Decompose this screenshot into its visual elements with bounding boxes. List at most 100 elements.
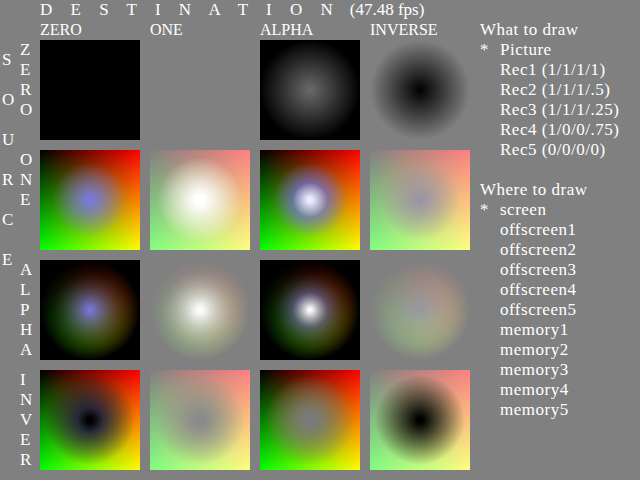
blend-cell [260, 40, 370, 150]
selection-marker [480, 120, 500, 140]
option-item[interactable]: offscreen4 [480, 280, 640, 300]
selection-marker: * [480, 200, 500, 220]
blend-square [260, 370, 360, 470]
option-label[interactable]: memory3 [500, 360, 569, 380]
selection-marker [480, 340, 500, 360]
row-label: INVER [20, 370, 40, 480]
group-heading: Where to draw [480, 180, 640, 200]
blend-grid: ZERO ONE ALPHAINVER [20, 40, 480, 480]
blend-square [40, 260, 140, 360]
blend-square [260, 40, 360, 140]
blend-square [370, 150, 470, 250]
option-item[interactable]: offscreen5 [480, 300, 640, 320]
blend-square [40, 370, 140, 470]
selection-marker [480, 60, 500, 80]
destination-headers: ZEROONEALPHAINVERSE [0, 20, 480, 40]
option-label[interactable]: screen [500, 200, 546, 220]
option-label[interactable]: Picture [500, 40, 552, 60]
option-label[interactable]: memory2 [500, 340, 569, 360]
option-item[interactable]: Rec1 (1/1/1/1) [480, 60, 640, 80]
blend-square [40, 40, 140, 140]
option-item[interactable]: memory5 [480, 400, 640, 420]
selection-marker [480, 300, 500, 320]
row-label-text: ZERO [20, 40, 37, 120]
blend-square [260, 260, 360, 360]
column-header: ZERO [40, 20, 150, 40]
option-item[interactable]: Rec2 (1/1/1/.5) [480, 80, 640, 100]
option-label[interactable]: memory1 [500, 320, 569, 340]
blend-cell [260, 150, 370, 260]
selection-marker [480, 280, 500, 300]
blend-square [370, 370, 470, 470]
option-item[interactable]: offscreen3 [480, 260, 640, 280]
group-heading: What to draw [480, 20, 640, 40]
row-label: ONE [20, 150, 40, 260]
blend-cell [150, 40, 260, 150]
option-item[interactable]: memory3 [480, 360, 640, 380]
row-label: ZERO [20, 40, 40, 150]
blend-square [370, 260, 470, 360]
row-label: ALPHA [20, 260, 40, 370]
option-item[interactable]: Rec3 (1/1/1/.25) [480, 100, 640, 120]
option-item[interactable]: *Picture [480, 40, 640, 60]
option-label[interactable]: memory4 [500, 380, 569, 400]
option-label[interactable]: Rec5 (0/0/0/0) [500, 140, 606, 160]
selection-marker [480, 320, 500, 340]
blend-cell [150, 260, 260, 370]
option-item[interactable]: *screen [480, 200, 640, 220]
option-item[interactable]: offscreen2 [480, 240, 640, 260]
blend-cell [260, 370, 370, 480]
option-group: Where to draw*screenoffscreen1offscreen2… [480, 180, 640, 420]
row-label-text: INVER [20, 370, 37, 470]
blend-cell [260, 260, 370, 370]
blend-square [150, 370, 250, 470]
selection-marker [480, 220, 500, 240]
blend-cell [150, 150, 260, 260]
option-label[interactable]: offscreen1 [500, 220, 576, 240]
blend-demo-window: D E S T I N A T I O N (47.48 fps) ZEROON… [0, 0, 640, 480]
option-label[interactable]: offscreen4 [500, 280, 576, 300]
option-item[interactable]: memory2 [480, 340, 640, 360]
option-label[interactable]: Rec4 (1/0/0/.75) [500, 120, 619, 140]
option-group: What to draw*PictureRec1 (1/1/1/1)Rec2 (… [480, 20, 640, 160]
selection-marker [480, 80, 500, 100]
option-item[interactable]: memory4 [480, 380, 640, 400]
selection-marker [480, 140, 500, 160]
blend-row: ALPHA [20, 260, 480, 370]
row-label-text: ONE [20, 150, 37, 210]
blend-cell [40, 40, 150, 150]
option-label[interactable]: offscreen3 [500, 260, 576, 280]
option-label[interactable]: Rec3 (1/1/1/.25) [500, 100, 619, 120]
option-label[interactable]: offscreen2 [500, 240, 576, 260]
column-header: ONE [150, 20, 260, 40]
option-item[interactable]: Rec5 (0/0/0/0) [480, 140, 640, 160]
option-label[interactable]: Rec1 (1/1/1/1) [500, 60, 606, 80]
title: D E S T I N A T I O N [40, 0, 340, 20]
blend-square [150, 40, 250, 140]
fps-counter: (47.48 fps) [350, 0, 425, 20]
selection-marker [480, 240, 500, 260]
option-item[interactable]: Rec4 (1/0/0/.75) [480, 120, 640, 140]
source-label: SOURCE [2, 40, 19, 280]
blend-cell [370, 40, 480, 150]
blend-cell [40, 150, 150, 260]
blend-cell [370, 260, 480, 370]
selection-marker [480, 380, 500, 400]
blend-cell [370, 370, 480, 480]
blend-square [40, 150, 140, 250]
selection-marker [480, 400, 500, 420]
blend-square [370, 40, 470, 140]
blend-cell [40, 260, 150, 370]
option-label[interactable]: memory5 [500, 400, 569, 420]
option-label[interactable]: offscreen5 [500, 300, 576, 320]
blend-cell [40, 370, 150, 480]
option-item[interactable]: memory1 [480, 320, 640, 340]
selection-marker: * [480, 40, 500, 60]
blend-cell [150, 370, 260, 480]
blend-row: ZERO [20, 40, 480, 150]
option-label[interactable]: Rec2 (1/1/1/.5) [500, 80, 610, 100]
blend-square [150, 150, 250, 250]
option-item[interactable]: offscreen1 [480, 220, 640, 240]
selection-marker [480, 100, 500, 120]
column-header: ALPHA [260, 20, 370, 40]
